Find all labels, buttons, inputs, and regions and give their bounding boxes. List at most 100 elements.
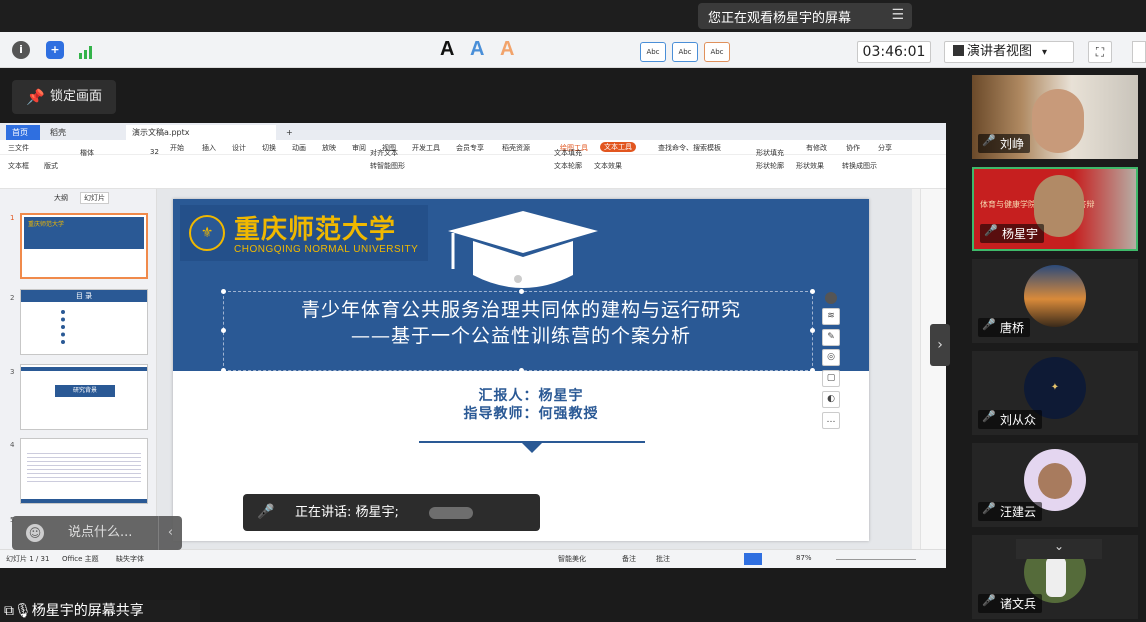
- resize-handle[interactable]: [810, 289, 815, 294]
- chevron-left-icon[interactable]: ‹: [158, 516, 182, 550]
- text-style-orange[interactable]: A: [500, 38, 514, 61]
- outline-tab[interactable]: 大纲: [54, 193, 68, 203]
- resize-handle[interactable]: [810, 368, 815, 373]
- text-style-blue[interactable]: A: [470, 38, 484, 61]
- list-icon[interactable]: ☰: [891, 7, 904, 23]
- color-icon[interactable]: ◐: [822, 391, 840, 408]
- font-size-select[interactable]: 32: [150, 148, 159, 156]
- participant-tile[interactable]: 🎤 汪建云: [972, 443, 1138, 527]
- signal-icon[interactable]: [78, 44, 96, 59]
- smart-beautify[interactable]: 智能美化: [558, 554, 586, 564]
- participant-name: 🎤 诸文兵: [978, 594, 1043, 613]
- command-search[interactable]: 查找命令、搜索模板: [658, 143, 721, 153]
- menu-member[interactable]: 会员专享: [456, 143, 484, 153]
- slide-count: 幻灯片 1 / 31: [6, 555, 50, 563]
- comments-button[interactable]: 批注: [656, 554, 670, 564]
- participant-name: 🎤 刘峥: [978, 134, 1031, 153]
- slide-thumbnail-1[interactable]: 重庆师范大学: [20, 213, 148, 279]
- text-effects-button[interactable]: 文本效果: [594, 161, 622, 171]
- grid-icon: [953, 45, 964, 56]
- chevron-down-icon[interactable]: ⌄: [1016, 539, 1102, 559]
- logo-english-name: CHONGQING NORMAL UNIVERSITY: [234, 244, 419, 255]
- layers-icon[interactable]: ≋: [822, 308, 840, 325]
- menu-design[interactable]: 设计: [232, 143, 246, 153]
- participant-tile[interactable]: ✦ 🎤 刘从众: [972, 351, 1138, 435]
- participant-tile[interactable]: 🎤 唐桥: [972, 259, 1138, 343]
- zoom-slider[interactable]: [836, 559, 916, 560]
- text-style-black[interactable]: A: [440, 38, 454, 61]
- missing-font[interactable]: 缺失字体: [116, 554, 144, 564]
- layout-button[interactable]: 版式: [44, 161, 58, 171]
- menu-text-tools[interactable]: 文本工具: [600, 142, 636, 152]
- shape-style-2[interactable]: Abc: [672, 42, 698, 62]
- new-tab-button[interactable]: +: [280, 125, 294, 140]
- tab-home[interactable]: 首页: [6, 125, 40, 140]
- mic-icon: 🎤: [982, 134, 996, 147]
- info-icon[interactable]: i: [12, 41, 30, 59]
- share-caption-text: 杨星宇的屏幕共享: [31, 603, 144, 619]
- menu-file[interactable]: 三文件: [8, 143, 29, 153]
- menu-review[interactable]: 审阅: [352, 143, 366, 153]
- slide-thumbnail-4[interactable]: [20, 438, 148, 504]
- current-slide[interactable]: ⚜ 重庆师范大学 CHONGQING NORMAL UNIVERSITY 青少年…: [173, 199, 869, 541]
- chevron-right-icon[interactable]: ›: [930, 324, 950, 366]
- text-box-button[interactable]: 文本框: [8, 161, 29, 171]
- slide-thumbnail-3[interactable]: 研究背景: [20, 364, 148, 430]
- notes-button[interactable]: 备注: [622, 554, 636, 564]
- menu-transition[interactable]: 切换: [262, 143, 276, 153]
- speaker-view-button[interactable]: 演讲者视图 ▾: [944, 41, 1074, 63]
- tab-document[interactable]: 演示文稿a.pptx: [126, 125, 276, 140]
- play-icon[interactable]: [744, 553, 762, 565]
- participant-tile-active[interactable]: 体育与健康学院 硕士研究生答辩 🎤杨星宇: [972, 167, 1138, 251]
- participant-tile[interactable]: ⌄ 🎤 诸文兵: [972, 535, 1138, 619]
- participant-tile[interactable]: 🎤 刘峥: [972, 75, 1138, 159]
- format-icon[interactable]: ◎: [822, 349, 840, 366]
- align-text-button[interactable]: 对齐文本: [370, 148, 398, 158]
- font-select[interactable]: 楷体: [80, 148, 94, 158]
- vertical-scrollbar[interactable]: [912, 189, 920, 549]
- pin-icon: 📌: [26, 88, 45, 106]
- collaborate-button[interactable]: 协作: [846, 143, 860, 153]
- menu-insert[interactable]: 插入: [202, 143, 216, 153]
- menu-docer[interactable]: 稻壳资源: [502, 143, 530, 153]
- share-button[interactable]: 分享: [878, 143, 892, 153]
- more-button[interactable]: [1132, 41, 1146, 63]
- smartart-button[interactable]: 转智能图形: [370, 161, 405, 171]
- shape-fill-button[interactable]: 形状填充: [756, 148, 784, 158]
- frame-icon[interactable]: ▢: [822, 370, 840, 387]
- resize-handle[interactable]: [221, 368, 226, 373]
- shield-icon[interactable]: +: [46, 41, 64, 59]
- pen-icon[interactable]: ✎: [822, 329, 840, 346]
- minus-icon[interactable]: [825, 292, 837, 304]
- text-fill-button[interactable]: 文本填充: [554, 148, 582, 158]
- shape-style-1[interactable]: Abc: [640, 42, 666, 62]
- shape-effects-button[interactable]: 形状效果: [796, 161, 824, 171]
- more-icon[interactable]: …: [822, 412, 840, 429]
- slides-tab[interactable]: 幻灯片: [80, 192, 109, 204]
- resize-handle[interactable]: [221, 289, 226, 294]
- menu-developer[interactable]: 开发工具: [412, 143, 440, 153]
- zoom-level[interactable]: 87%: [796, 554, 812, 562]
- chevron-down-icon: ▾: [1042, 47, 1048, 58]
- shape-style-3[interactable]: Abc: [704, 42, 730, 62]
- convert-button[interactable]: 转换成图示: [842, 161, 877, 171]
- menu-home[interactable]: 开始: [170, 143, 184, 153]
- menu-animation[interactable]: 动画: [292, 143, 306, 153]
- mic-off-icon: 🎤: [982, 318, 996, 331]
- lock-screen-button[interactable]: 📌 锁定画面: [12, 80, 116, 114]
- chat-input[interactable]: ☺ 说点什么... ‹: [12, 516, 182, 550]
- tab-docer[interactable]: 稻壳: [44, 125, 114, 140]
- fullscreen-icon[interactable]: ⛶: [1088, 41, 1112, 63]
- thumb-number: 2: [10, 294, 15, 302]
- emoji-icon[interactable]: ☺: [26, 524, 44, 542]
- wps-tab-bar: 首页 稻壳 演示文稿a.pptx +: [0, 123, 946, 140]
- has-changes[interactable]: 有修改: [806, 143, 827, 153]
- right-tool-strip: [920, 189, 946, 549]
- ribbon-menu: 三文件 开始 插入 设计 切换 动画 放映 审阅 视图 开发工具 会员专享 稻壳…: [0, 140, 946, 155]
- text-outline-button[interactable]: 文本轮廓: [554, 161, 582, 171]
- resize-handle[interactable]: [519, 289, 524, 294]
- slide-thumbnail-2[interactable]: 目 录: [20, 289, 148, 355]
- menu-slideshow[interactable]: 放映: [322, 143, 336, 153]
- shape-outline-button[interactable]: 形状轮廓: [756, 161, 784, 171]
- resize-handle[interactable]: [519, 368, 524, 373]
